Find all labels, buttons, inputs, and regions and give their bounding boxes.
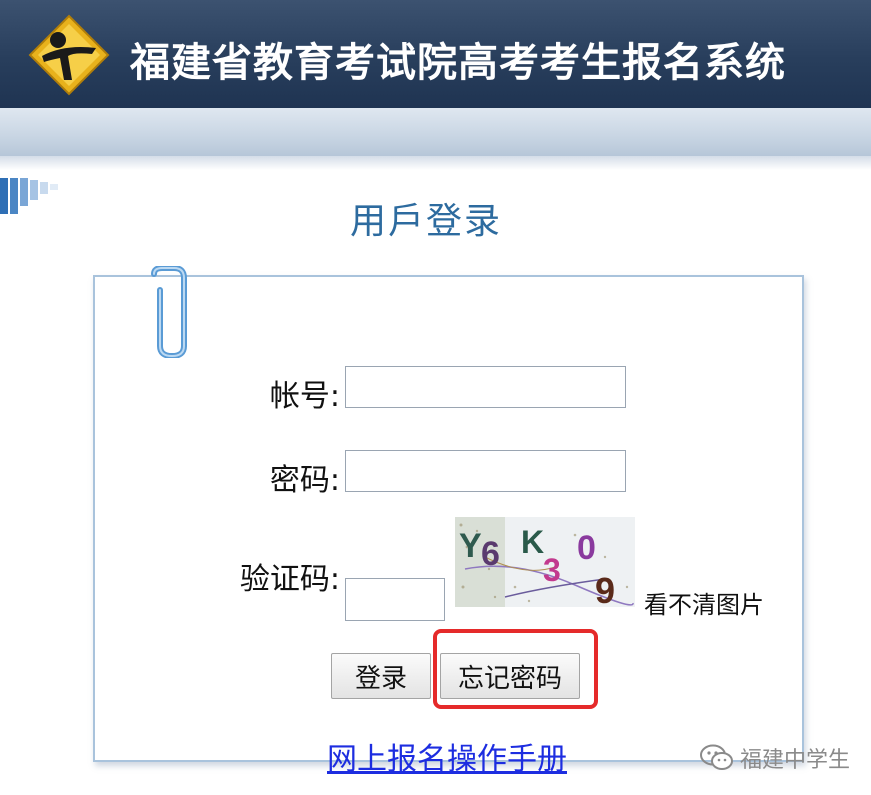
captcha-input[interactable] [345,578,445,621]
svg-text:9: 9 [595,570,615,607]
account-input[interactable] [345,366,626,408]
captcha-label: 验证码: [239,562,340,597]
password-label: 密码: [269,463,340,498]
login-title: 用戶登录 [349,201,502,242]
svg-text:K: K [521,524,544,560]
highlight-box [433,629,598,709]
account-label: 帐号: [269,379,340,414]
site-header: 福建省教育考试院高考考生报名系统 [0,0,871,109]
site-title: 福建省教育考试院高考考生报名系统 [130,40,786,86]
captcha-image[interactable]: Y 6 K 3 0 9 [455,517,635,607]
svg-text:0: 0 [577,529,596,567]
watermark-text: 福建中学生 [740,748,851,773]
svg-text:6: 6 [481,535,500,573]
svg-text:3: 3 [543,552,561,588]
svg-text:Y: Y [459,527,482,565]
manual-link[interactable]: 网上报名操作手册 [327,734,567,778]
password-input[interactable] [345,450,626,492]
watermark: 福建中学生 [700,742,850,774]
header-subbar [0,108,871,156]
wechat-icon [700,744,733,770]
refresh-captcha-link[interactable]: 看不清图片 [644,585,764,620]
header-shadow [0,156,871,170]
login-button[interactable]: 登录 [331,653,431,699]
exam-logo-icon [28,14,110,96]
paperclip-icon [151,266,187,358]
